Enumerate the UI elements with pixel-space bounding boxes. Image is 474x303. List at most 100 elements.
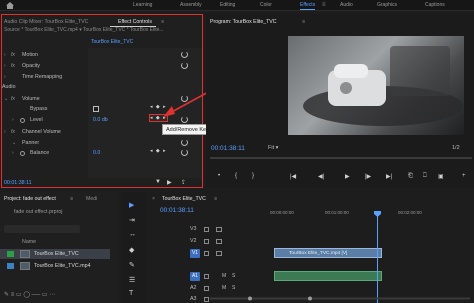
razor-tool-icon[interactable]: ◆ [129,246,134,254]
workspace-tab-effects[interactable]: Effects [300,2,316,10]
close-sequence-icon[interactable]: × [152,196,155,202]
workspace-tab-audio[interactable]: Audio [340,2,353,8]
lock-icon [204,297,209,302]
effect-panel-tabs: Audio Clip Mixer: TourBox Elite_TVC Effe… [4,16,204,27]
effect-row-motion[interactable]: › fx Motion [2,50,88,60]
motion-reset-icon[interactable] [181,51,188,58]
playhead[interactable] [377,211,378,303]
track-header-v1[interactable] [150,248,268,259]
workspace-tab-graphics[interactable]: Graphics [377,2,397,8]
label-color-chip [7,251,14,257]
play-icon[interactable]: ▶ [345,173,350,180]
workspace-menu-icon[interactable]: ≡ [322,2,326,8]
clip-thumbnail [20,262,30,270]
timeline-ruler[interactable]: 00:00:00:00 00:01:00:00 00:02:00:00 [270,210,470,218]
balance-reset-icon[interactable] [181,149,188,156]
add-button-icon[interactable]: + [462,173,466,179]
audio-clip[interactable] [274,271,382,281]
program-monitor-title[interactable]: Program: TourBox Elite_TVC [210,19,277,25]
pen-tool-icon[interactable]: ✎ [129,261,135,269]
level-value[interactable]: 0.0 db [93,117,108,123]
track-header-a1[interactable]: M S [150,271,268,282]
workspace-tab-assembly[interactable]: Assembly [180,2,202,8]
level-stopwatch-icon[interactable] [20,118,25,123]
lock-icon [204,251,209,256]
video-clip[interactable]: TourBox Elite_TVC.mp4 [V] [274,248,382,258]
audio-section-label: Audio [2,84,16,90]
effect-panel-menu-icon[interactable]: ≡ [161,19,164,25]
home-icon[interactable] [6,2,14,9]
effect-timecode[interactable]: 00:01:38:11 [4,180,32,186]
tab-sequence[interactable]: TourBox Elite_TVC [162,196,206,202]
workspace-tab-editing[interactable]: Editing [220,2,235,8]
fit-dropdown[interactable]: Fit ▾ [268,145,278,151]
name-column-header[interactable]: Name [22,239,36,245]
project-panel-tabs: Project: fade out effect ≡ Medi [4,193,114,204]
extract-icon[interactable]: ⎕ [423,173,427,180]
workspace-tab-captions[interactable]: Captions [425,2,445,8]
marker-icon[interactable]: • [218,173,220,179]
tab-media-browser[interactable]: Medi [86,196,97,202]
balance-value[interactable]: 0.0 [93,150,100,156]
export-frame-icon[interactable]: ▣ [438,173,444,180]
lock-icon [204,274,209,279]
hand-tool-icon[interactable]: ☰ [129,276,135,284]
filter-icon[interactable]: ▼ [155,179,161,185]
source-line[interactable]: Source * TourBox Elite_TVC.mp4 ▾ TourBox… [4,27,164,33]
tab-effect-controls[interactable]: Effect Controls [118,19,152,25]
bypass-checkbox[interactable] [93,106,99,112]
lock-icon [204,286,209,291]
play-only-audio-icon[interactable]: ▶ [167,179,172,186]
effect-row-opacity[interactable]: › fx Opacity [2,61,88,71]
timeline-scrollbar[interactable] [210,296,470,301]
effect-clip-label: TourBox Elite_TVC [91,39,134,45]
project-item[interactable]: TourBox Elite_TVC [0,249,110,259]
program-timecode[interactable]: 00:01:38:11 [211,145,245,152]
type-tool-icon[interactable]: T [129,290,133,297]
timeline-menu-icon[interactable]: ≡ [214,196,217,202]
effect-row-panner[interactable]: ⌄ Panner [2,138,88,148]
mark-out-icon[interactable]: } [252,173,254,179]
eye-icon [216,227,222,232]
step-forward-icon[interactable]: |▶ [365,173,371,180]
mark-in-icon[interactable]: { [235,173,237,179]
go-to-out-icon[interactable]: ▶| [386,173,392,180]
eye-icon [216,251,222,256]
project-footer-icons[interactable]: ✎ ≡ ▭ ◯ ── ▭ ⋯ [4,291,114,299]
tab-audio-clip-mixer[interactable]: Audio Clip Mixer: TourBox Elite_TVC [4,19,88,25]
go-to-in-icon[interactable]: |◀ [290,173,296,180]
track-header-a2[interactable]: A2 M S [150,283,268,294]
project-item[interactable]: TourBox Elite_TVC.mp4 [0,261,110,271]
tab-project[interactable]: Project: fade out effect [4,196,56,202]
lock-icon [204,239,209,244]
effect-row-level: › Level [12,117,43,123]
balance-keyframe-nav[interactable]: ◂ ◆ ▸ [150,148,167,154]
project-search-input[interactable] [4,225,80,233]
workspace-bar: Learning Assembly Editing Color Effects … [0,0,474,11]
track-header-v2[interactable]: V2 [150,236,268,247]
effect-row-volume[interactable]: ⌄ fx Volume [2,94,88,104]
balance-stopwatch-icon[interactable] [20,151,25,156]
resolution-select[interactable]: 1/2 [452,145,460,151]
project-file-name: fade out effect.prproj [14,209,63,215]
lift-icon[interactable]: ⎗ [408,173,413,180]
workspace-tab-color[interactable]: Color [260,2,272,8]
lock-icon [204,227,209,232]
timeline-timecode[interactable]: 00:01:38:11 [160,207,194,214]
effect-row-bypass: Bypass [30,106,48,112]
project-menu-icon[interactable]: ≡ [70,196,73,202]
workspace-tab-learning[interactable]: Learning [133,2,152,8]
effect-row-balance: › Balance [12,150,50,156]
step-back-icon[interactable]: ◀| [318,173,324,180]
effect-row-time-remapping[interactable]: › Time Remapping [2,72,88,82]
selection-tool-icon[interactable]: ▶ [129,201,134,209]
ripple-edit-tool-icon[interactable]: ↔ [129,231,136,238]
track-header-v3[interactable]: V3 [150,224,268,235]
panner-reset-icon[interactable] [181,139,188,146]
program-monitor-menu-icon[interactable]: ≡ [302,19,305,25]
program-scrubber[interactable] [210,157,472,159]
eye-icon [216,239,222,244]
effect-row-channel-volume[interactable]: › fx Channel Volume [2,127,88,137]
export-icon[interactable]: ⇪ [181,179,186,186]
track-select-tool-icon[interactable]: ⇥ [129,216,135,224]
